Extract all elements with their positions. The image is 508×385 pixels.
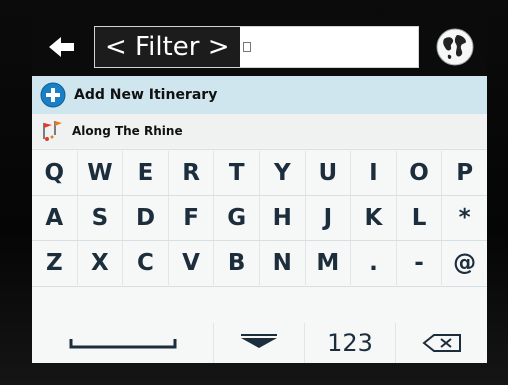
key-at[interactable]: @ [442, 241, 487, 285]
back-button[interactable] [40, 28, 84, 66]
key-n[interactable]: N [260, 241, 306, 285]
text-cursor [243, 42, 251, 52]
hide-keyboard-icon [241, 334, 277, 348]
screen: < Filter > Add New Itinerary Along The R… [32, 18, 487, 363]
key-c[interactable]: C [123, 241, 169, 285]
key-hyphen[interactable]: - [397, 241, 443, 285]
key-s[interactable]: S [78, 196, 124, 240]
key-divider [32, 286, 487, 287]
key-w[interactable]: W [78, 151, 124, 195]
key-u[interactable]: U [306, 151, 352, 195]
key-k[interactable]: K [351, 196, 397, 240]
key-o[interactable]: O [397, 151, 443, 195]
key-p[interactable]: P [442, 151, 487, 195]
key-period[interactable]: . [351, 241, 397, 285]
key-row-bottom: 123 [32, 323, 487, 363]
globe-icon [436, 28, 474, 66]
key-asterisk[interactable]: * [442, 196, 487, 240]
key-x[interactable]: X [78, 241, 124, 285]
key-g[interactable]: G [214, 196, 260, 240]
key-row-2: A S D F G H J K L * [32, 196, 487, 240]
key-divider [32, 149, 487, 150]
key-l[interactable]: L [397, 196, 443, 240]
itinerary-label: Along The Rhine [72, 124, 183, 138]
plus-circle-icon [40, 82, 66, 108]
filter-input[interactable]: < Filter > [94, 26, 419, 68]
backspace-icon [421, 334, 461, 352]
route-flags-icon [43, 121, 62, 141]
key-m[interactable]: M [306, 241, 352, 285]
backspace-key[interactable] [396, 323, 487, 363]
key-row-1: Q W E R T Y U I O P [32, 151, 487, 195]
key-d[interactable]: D [123, 196, 169, 240]
top-bar: < Filter > [32, 18, 487, 76]
add-new-itinerary-label: Add New Itinerary [74, 87, 218, 103]
key-a[interactable]: A [32, 196, 78, 240]
key-b[interactable]: B [214, 241, 260, 285]
numbers-key-label: 123 [327, 329, 373, 357]
key-row-3: Z X C V B N M . - @ [32, 241, 487, 285]
add-new-itinerary-row[interactable]: Add New Itinerary [32, 76, 487, 114]
key-r[interactable]: R [169, 151, 215, 195]
key-f[interactable]: F [169, 196, 215, 240]
key-y[interactable]: Y [260, 151, 306, 195]
space-key[interactable] [32, 323, 214, 363]
keyboard: Q W E R T Y U I O P A S D F G H J K L * … [32, 149, 487, 363]
left-arrow-icon [49, 37, 74, 57]
key-e[interactable]: E [123, 151, 169, 195]
itinerary-item-along-the-rhine[interactable]: Along The Rhine [32, 114, 487, 148]
space-bar-icon [69, 339, 176, 349]
key-h[interactable]: H [260, 196, 306, 240]
numbers-key[interactable]: 123 [305, 323, 396, 363]
key-q[interactable]: Q [32, 151, 78, 195]
key-i[interactable]: I [351, 151, 397, 195]
globe-button[interactable] [432, 24, 478, 70]
key-z[interactable]: Z [32, 241, 78, 285]
key-v[interactable]: V [169, 241, 215, 285]
hide-keyboard-key[interactable] [214, 323, 305, 363]
filter-text: < Filter > [95, 27, 240, 67]
key-t[interactable]: T [214, 151, 260, 195]
key-j[interactable]: J [306, 196, 352, 240]
